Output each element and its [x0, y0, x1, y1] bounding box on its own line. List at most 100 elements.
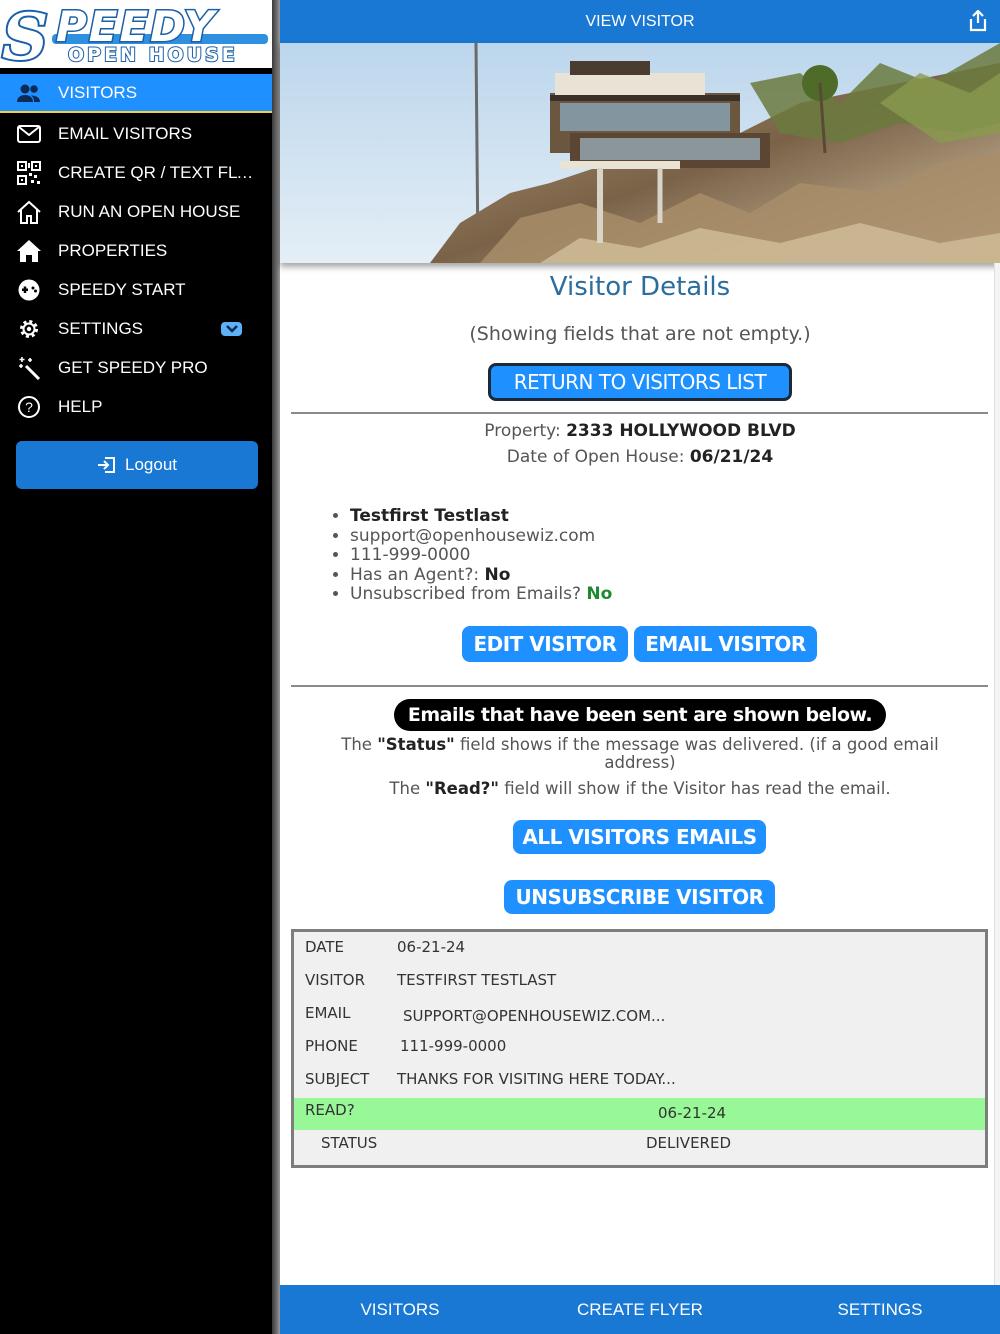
sidebar-item-label: GET SPEEDY PRO — [58, 357, 208, 377]
sidebar-item-label: CREATE QR / TEXT FLY... — [58, 162, 254, 182]
note-key: "Status" — [377, 735, 455, 754]
divider — [291, 412, 988, 414]
section-title: Visitor Details — [549, 272, 731, 302]
tab-create-flyer[interactable]: CREATE FLYER — [520, 1285, 760, 1334]
sidebar-item-label: PROPERTIES — [58, 240, 168, 260]
share-icon[interactable] — [968, 9, 988, 37]
sidebar-item-label: SPEEDY START — [58, 279, 186, 299]
sidebar-item-label: RUN AN OPEN HOUSE — [58, 201, 241, 221]
property-label: Property: — [484, 421, 561, 441]
sidebar-item-label: SETTINGS — [58, 318, 144, 338]
property-line: Property: 2333 HOLLYWOOD BLVD — [280, 421, 1000, 441]
read-note: The "Read?" field will show if the Visit… — [310, 780, 970, 798]
table-row: DATE 06-21-24 — [294, 932, 985, 964]
main-content: VIEW VISITOR Visitor Details (Showing fi… — [280, 0, 1000, 1334]
field-label: DATE — [305, 938, 345, 956]
logo-mark: S — [0, 0, 50, 68]
sidebar-item-run-open-house[interactable]: RUN AN OPEN HOUSE — [0, 192, 272, 231]
sidebar-item-create-qr[interactable]: CREATE QR / TEXT FLY... — [0, 153, 272, 192]
field-label: VISITOR — [305, 971, 366, 989]
sidebar-item-settings[interactable]: SETTINGS — [0, 309, 272, 348]
sidebar-item-get-speedy-pro[interactable]: GET SPEEDY PRO — [0, 348, 272, 387]
property-value: 2333 HOLLYWOOD BLVD — [566, 421, 796, 441]
sidebar: S PEEDY OPEN HOUSE VISITORS EMAIL VISITO… — [0, 0, 272, 1334]
sidebar-item-email-visitors[interactable]: EMAIL VISITORS — [0, 114, 272, 153]
edit-visitor-button[interactable]: EDIT VISITOR — [462, 626, 628, 662]
field-label: SUBJECT — [305, 1070, 370, 1088]
qr-code-icon — [0, 160, 58, 185]
note-text: field will show if the Visitor has read … — [498, 779, 891, 798]
field-value: SUPPORT@OPENHOUSEWIZ.COM... — [403, 1007, 666, 1025]
page-title: VIEW VISITOR — [585, 12, 695, 30]
divider — [291, 685, 988, 687]
field-value: TESTFIRST TESTLAST — [397, 971, 557, 989]
field-label: EMAIL — [305, 1004, 351, 1022]
unsubscribe-visitor-button[interactable]: UNSUBSCRIBE VISITOR — [504, 880, 775, 914]
magic-wand-icon — [0, 356, 58, 380]
list-item: Unsubscribed from Emails? No — [350, 584, 613, 605]
table-row: PHONE 111-999-0000 — [294, 1031, 985, 1063]
field-label: PHONE — [305, 1037, 358, 1055]
sent-email-record[interactable]: DATE 06-21-24 VISITOR TESTFIRST TESTLAST… — [291, 929, 988, 1168]
field-label: READ? — [305, 1101, 355, 1119]
tab-settings[interactable]: SETTINGS — [760, 1285, 1000, 1334]
field-value: THANKS FOR VISITING HERE TODAY... — [397, 1070, 676, 1088]
gear-icon — [0, 317, 58, 341]
sidebar-item-help[interactable]: ? HELP — [0, 387, 272, 426]
note-text: field shows if the message was delivered… — [454, 735, 939, 772]
table-row-read: READ? 06-21-24 — [294, 1098, 985, 1130]
top-bar: VIEW VISITOR — [280, 0, 1000, 43]
logo-tagline: OPEN HOUSE — [67, 43, 238, 67]
table-row: EMAIL SUPPORT@OPENHOUSEWIZ.COM... — [294, 998, 985, 1030]
field-value: 111-999-0000 — [400, 1037, 507, 1055]
field-value: 06-21-24 — [397, 938, 466, 956]
note-key: "Read?" — [425, 779, 499, 798]
sidebar-item-visitors[interactable]: VISITORS — [0, 74, 272, 113]
sidebar-item-properties[interactable]: PROPERTIES — [0, 231, 272, 270]
status-note: The "Status" field shows if the message … — [310, 736, 970, 772]
logout-icon — [98, 457, 115, 473]
list-item: support@openhousewiz.com — [350, 526, 612, 547]
sidebar-item-label: EMAIL VISITORS — [58, 123, 193, 143]
list-item: Testfirst Testlast — [350, 506, 612, 527]
agent-value: No — [484, 564, 511, 585]
visitor-phone: 111-999-0000 — [350, 545, 471, 565]
svg-text:?: ? — [25, 399, 33, 415]
field-value: DELIVERED — [646, 1134, 731, 1152]
chevron-down-icon — [225, 324, 238, 333]
return-to-visitors-button[interactable]: RETURN TO VISITORS LIST — [488, 363, 792, 401]
visitor-details-list: Testfirst Testlast support@openhousewiz.… — [330, 506, 613, 605]
date-value: 06/21/24 — [689, 447, 774, 467]
unsubscribed-label: Unsubscribed from Emails? — [350, 584, 582, 604]
list-item: Has an Agent?: No — [350, 564, 612, 586]
email-visitor-button[interactable]: EMAIL VISITOR — [634, 626, 817, 662]
table-row: STATUS DELIVERED — [294, 1130, 985, 1162]
sidebar-item-label: HELP — [58, 396, 103, 416]
table-row: SUBJECT THANKS FOR VISITING HERE TODAY..… — [294, 1064, 985, 1096]
date-label: Date of Open House: — [506, 447, 685, 467]
field-label: STATUS — [321, 1134, 378, 1152]
sent-emails-banner: Emails that have been sent are shown bel… — [394, 699, 886, 731]
house-filled-icon — [0, 239, 58, 263]
bottom-tab-bar: VISITORS CREATE FLYER SETTINGS — [280, 1285, 1000, 1334]
visitor-name: Testfirst Testlast — [350, 506, 509, 526]
sidebar-item-speedy-start[interactable]: SPEEDY START — [0, 270, 272, 309]
open-house-date-line: Date of Open House: 06/21/24 — [280, 447, 1000, 467]
list-item: 111-999-0000 — [350, 545, 612, 566]
tab-visitors[interactable]: VISITORS — [280, 1285, 520, 1334]
sidebar-item-label: VISITORS — [58, 82, 138, 102]
unsubscribed-value: No — [586, 584, 613, 604]
help-circle-icon: ? — [0, 395, 58, 419]
logout-label: Logout — [125, 455, 177, 474]
scroll-track[interactable] — [994, 263, 1000, 1285]
app-logo: S PEEDY OPEN HOUSE — [0, 0, 272, 68]
settings-expand-badge[interactable] — [221, 321, 242, 336]
gamepad-icon — [0, 279, 58, 301]
house-outline-icon — [0, 200, 58, 224]
note-text: The — [341, 735, 378, 754]
all-visitors-emails-button[interactable]: ALL VISITORS EMAILS — [513, 820, 766, 854]
table-row: VISITOR TESTFIRST TESTLAST — [294, 965, 985, 997]
logout-button[interactable]: Logout — [16, 441, 258, 489]
sidebar-divider[interactable] — [272, 0, 280, 1334]
section-subtitle: (Showing fields that are not empty.) — [469, 323, 811, 345]
